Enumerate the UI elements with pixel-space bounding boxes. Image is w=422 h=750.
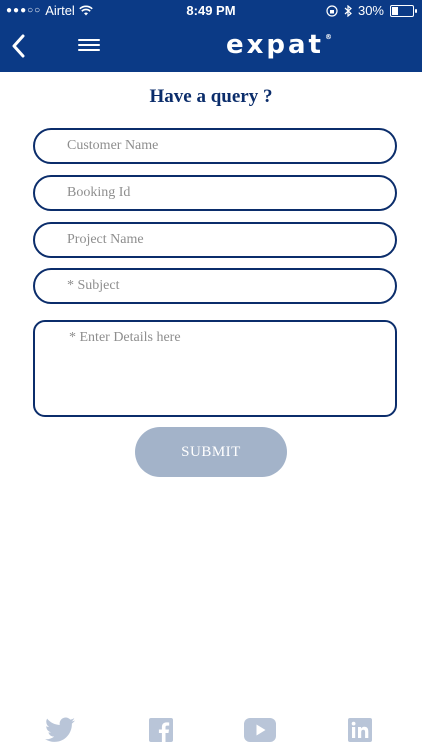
twitter-icon[interactable] — [44, 714, 76, 746]
chevron-left-icon — [12, 34, 25, 58]
submit-button[interactable]: SUBMIT — [135, 427, 287, 477]
page-title: Have a query ? — [149, 86, 273, 107]
bluetooth-icon — [344, 4, 352, 17]
back-button[interactable] — [6, 32, 30, 60]
top-bar: ●●●○○ Airtel 8:49 PM 30% expat ® — [0, 0, 422, 72]
project-name-input[interactable] — [33, 222, 397, 258]
booking-id-input[interactable] — [33, 175, 397, 211]
status-bar: ●●●○○ Airtel 8:49 PM 30% — [0, 0, 422, 22]
navigation-bar: expat ® — [0, 22, 422, 72]
battery-percent: 30% — [357, 3, 384, 18]
orientation-lock-icon — [326, 4, 338, 17]
logo-text: expat — [226, 30, 324, 60]
details-textarea[interactable] — [33, 320, 397, 417]
facebook-icon[interactable] — [145, 714, 177, 746]
subject-input[interactable] — [33, 268, 397, 304]
menu-icon[interactable] — [78, 36, 100, 54]
customer-name-input[interactable] — [33, 128, 397, 164]
expat-logo: expat ® — [226, 26, 332, 64]
battery-icon — [390, 4, 417, 17]
registered-mark: ® — [325, 33, 332, 41]
youtube-icon[interactable] — [244, 714, 276, 746]
linkedin-icon[interactable] — [344, 714, 376, 746]
